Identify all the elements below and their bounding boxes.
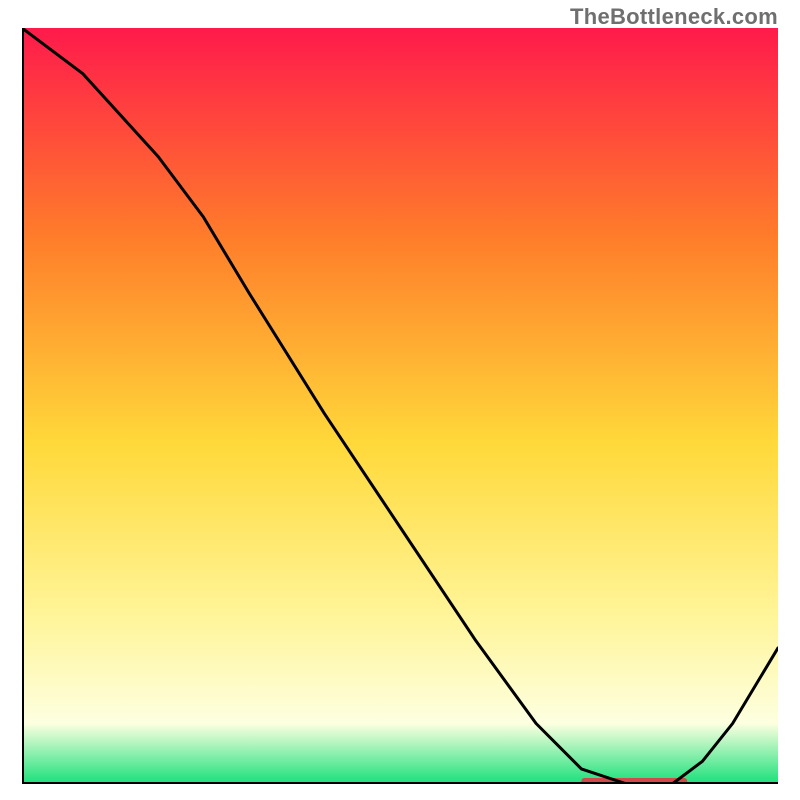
chart-container: TheBottleneck.com bbox=[0, 0, 800, 800]
chart-svg bbox=[22, 28, 778, 784]
plot-area bbox=[22, 28, 778, 784]
gradient-background bbox=[22, 28, 778, 784]
attribution-text: TheBottleneck.com bbox=[570, 4, 778, 30]
